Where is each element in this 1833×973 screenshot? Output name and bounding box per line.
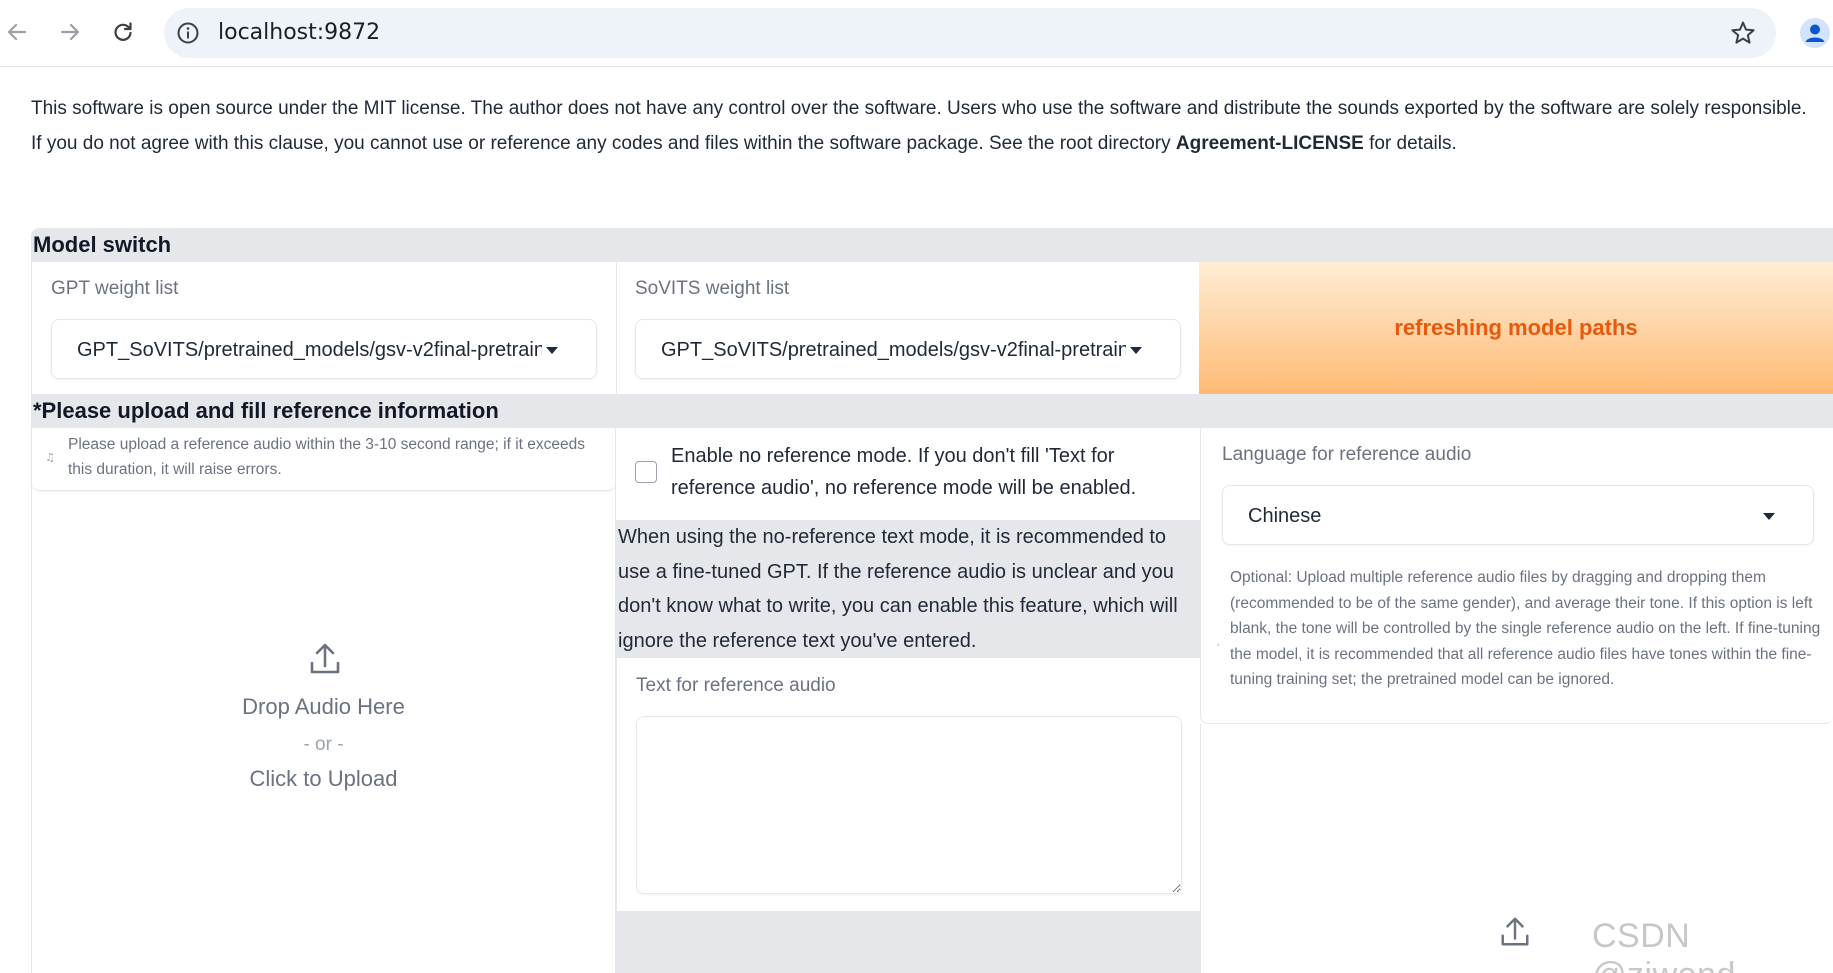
reference-language-value: Chinese: [1248, 505, 1322, 527]
reference-audio-upload[interactable]: ♫ Please upload a reference audio within…: [31, 428, 616, 973]
sovits-weight-value: GPT_SoVITS/pretrained_models/gsv-v2final…: [661, 339, 1126, 361]
gpt-weight-panel: GPT weight list GPT_SoVITS/pretrained_mo…: [31, 262, 615, 394]
reference-info-header: *Please upload and fill reference inform…: [31, 394, 1833, 428]
chevron-down-icon: [1763, 513, 1775, 520]
info-icon[interactable]: [176, 21, 200, 45]
audio-tip-box: ♫ Please upload a reference audio within…: [32, 428, 616, 491]
refresh-model-paths-button[interactable]: refreshing model paths: [1199, 262, 1833, 394]
chevron-down-icon: [1130, 347, 1142, 354]
middle-column-footer: [616, 911, 1200, 973]
gpt-weight-label: GPT weight list: [51, 278, 179, 299]
agreement-license-link: Agreement-LICENSE: [1175, 132, 1364, 154]
drop-audio-here-text: Drop Audio Here: [242, 694, 405, 719]
reference-language-label: Language for reference audio: [1222, 444, 1472, 465]
reference-text-panel: Text for reference audio: [616, 658, 1200, 911]
upload-icon[interactable]: [1498, 915, 1532, 949]
no-reference-info-block: When using the no-reference text mode, i…: [616, 520, 1200, 658]
sovits-weight-panel: SoVITS weight list GPT_SoVITS/pretrained…: [616, 262, 1199, 394]
browser-toolbar: localhost:9872: [0, 0, 1833, 67]
music-note-icon: •: [1216, 641, 1221, 650]
star-icon[interactable]: [1730, 20, 1756, 46]
multi-reference-tip-text: Optional: Upload multiple reference audi…: [1230, 569, 1821, 688]
reference-language-dropdown[interactable]: Chinese: [1222, 485, 1814, 545]
disclaimer-line-2: If you do not agree with this clause, yo…: [31, 132, 1457, 154]
url-text[interactable]: localhost:9872: [218, 8, 380, 58]
reference-language-panel: Language for reference audio Chinese: [1200, 428, 1833, 561]
back-arrow-icon[interactable]: [2, 17, 32, 47]
chevron-down-icon: [546, 347, 558, 354]
no-reference-info-text: When using the no-reference text mode, i…: [618, 526, 1178, 652]
reference-text-input[interactable]: [636, 716, 1182, 894]
gpt-weight-value: GPT_SoVITS/pretrained_models/gsv-v2final…: [77, 339, 542, 361]
or-divider-text: - or -: [303, 734, 344, 755]
music-note-icon: ♫: [45, 451, 55, 464]
profile-icon[interactable]: [1799, 17, 1831, 49]
no-reference-option: Enable no reference mode. If you don't f…: [616, 428, 1200, 520]
reference-text-label: Text for reference audio: [636, 675, 836, 696]
audio-tip-text: Please upload a reference audio within t…: [68, 436, 586, 478]
no-reference-checkbox-label[interactable]: Enable no reference mode. If you don't f…: [671, 440, 1171, 504]
address-bar[interactable]: localhost:9872: [164, 8, 1776, 58]
click-to-upload-text[interactable]: Click to Upload: [32, 766, 615, 792]
upload-icon: [307, 641, 343, 677]
csdn-watermark: CSDN @ziwend: [1592, 917, 1735, 973]
disclaimer-line-1: This software is open source under the M…: [31, 98, 1807, 119]
reload-icon[interactable]: [108, 17, 138, 47]
refresh-button-label: refreshing model paths: [1394, 315, 1638, 340]
forward-arrow-icon[interactable]: [55, 17, 85, 47]
model-switch-header: Model switch: [31, 228, 1833, 262]
multi-reference-tip-box: • Optional: Upload multiple reference au…: [1200, 561, 1833, 724]
sovits-weight-dropdown[interactable]: GPT_SoVITS/pretrained_models/gsv-v2final…: [635, 319, 1181, 379]
gpt-weight-dropdown[interactable]: GPT_SoVITS/pretrained_models/gsv-v2final…: [51, 319, 597, 379]
no-reference-checkbox[interactable]: [635, 461, 657, 483]
license-disclaimer: This software is open source under the M…: [31, 92, 1821, 161]
sovits-weight-label: SoVITS weight list: [635, 278, 790, 299]
